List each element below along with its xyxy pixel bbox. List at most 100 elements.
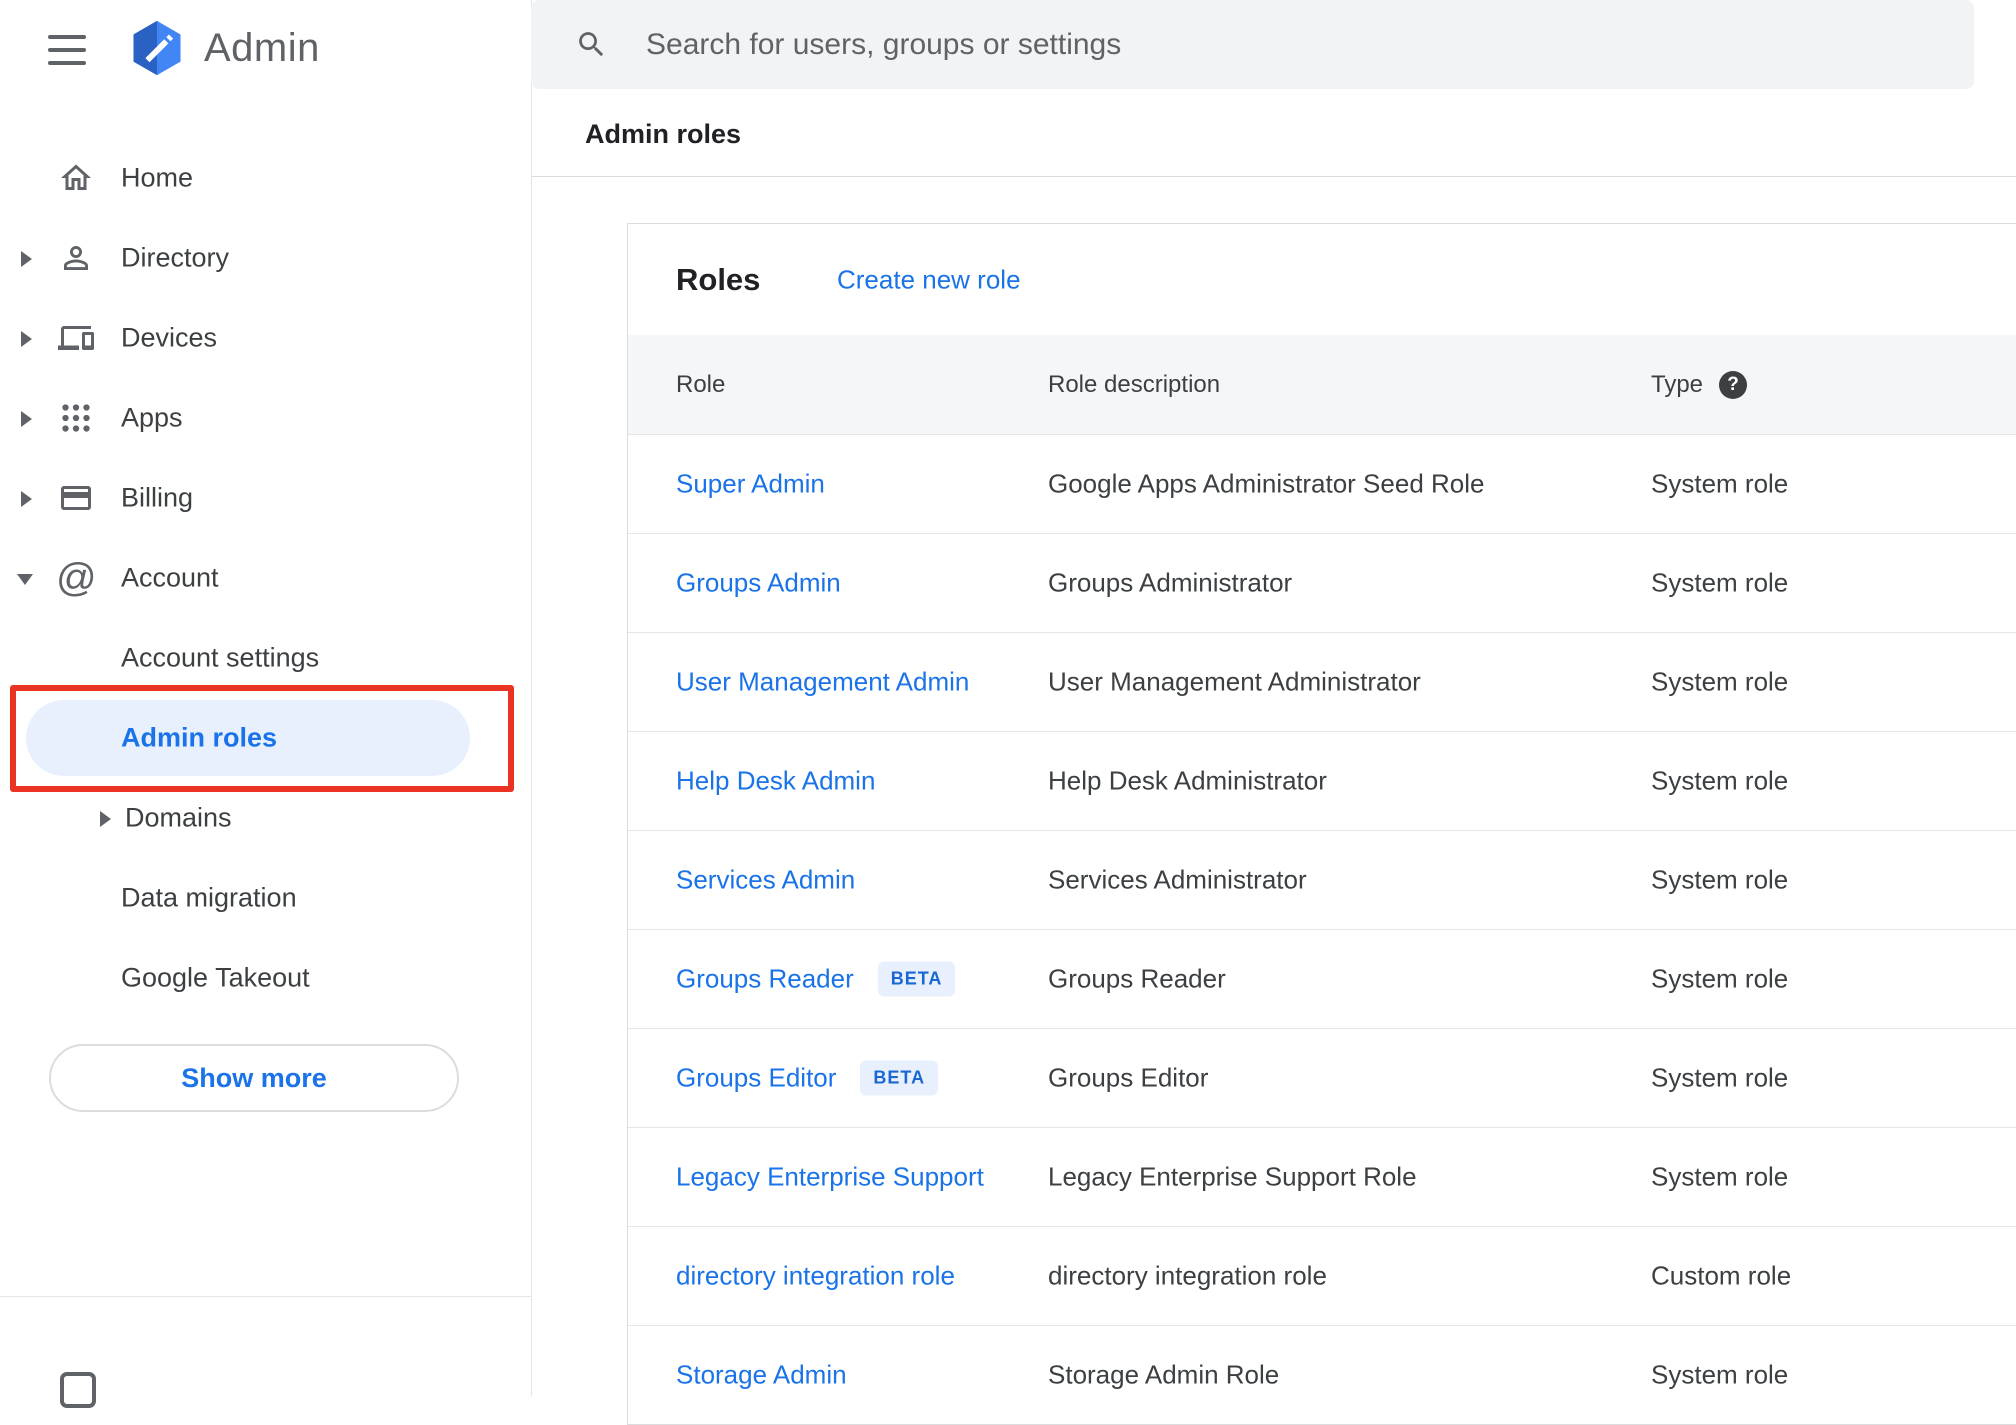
home-icon: [61, 164, 91, 190]
sidebar-item-label: Apps: [121, 402, 183, 433]
role-link[interactable]: Groups Editor: [676, 1063, 836, 1094]
sidebar-item-label: Data migration: [121, 882, 297, 913]
table-row: Groups Admin Groups Administrator System…: [628, 533, 2016, 632]
sidebar-item-apps[interactable]: Apps: [0, 378, 531, 458]
search-icon: [579, 32, 604, 57]
role-description: Groups Reader: [1048, 963, 1226, 994]
devices-icon: [58, 326, 94, 350]
help-icon[interactable]: ?: [1719, 370, 1748, 399]
role-description: Groups Editor: [1048, 1062, 1209, 1093]
sidebar-divider: [0, 1296, 531, 1297]
roles-panel: Roles Create new role Role Role descript…: [627, 223, 2016, 1425]
sidebar: Admin Home Directory Devices Apps Billin…: [0, 0, 532, 1408]
show-more-button[interactable]: Show more: [49, 1044, 459, 1112]
person-icon: [64, 246, 88, 270]
sidebar-item-devices[interactable]: Devices: [0, 298, 531, 378]
table-row: Help Desk Admin Help Desk Administrator …: [628, 731, 2016, 830]
sidebar-item-admin-roles[interactable]: Admin roles: [0, 698, 531, 778]
sidebar-item-google-takeout[interactable]: Google Takeout: [0, 938, 531, 1018]
panel-title: Roles: [676, 261, 761, 297]
app-logo[interactable]: Admin: [126, 8, 320, 88]
sidebar-item-label: Account settings: [121, 642, 320, 673]
search-bar[interactable]: [531, 0, 1974, 89]
column-header-type: Type ?: [1651, 370, 1748, 399]
column-header-role: Role: [676, 370, 726, 398]
chevron-right-icon[interactable]: [100, 811, 111, 827]
sidebar-item-label: Devices: [121, 322, 218, 353]
search-input[interactable]: [644, 26, 1928, 63]
table-row: Storage Admin Storage Admin Role System …: [628, 1325, 2016, 1424]
sidebar-item-data-migration[interactable]: Data migration: [0, 858, 531, 938]
table-row: Super Admin Google Apps Administrator Se…: [628, 434, 2016, 533]
role-link[interactable]: Storage Admin: [676, 1360, 847, 1391]
sidebar-item-label: Home: [121, 162, 194, 193]
sidebar-item-domains[interactable]: Domains: [0, 778, 531, 858]
sidebar-item-account-settings[interactable]: Account settings: [0, 618, 531, 698]
roles-panel-header: Roles Create new role: [628, 224, 2016, 335]
beta-badge: BETA: [860, 1060, 939, 1096]
table-row: directory integration role directory int…: [628, 1226, 2016, 1325]
app-title: Admin: [204, 25, 320, 70]
role-type: Custom role: [1651, 1260, 1792, 1291]
sidebar-item-label: Google Takeout: [121, 962, 310, 993]
role-description: Help Desk Administrator: [1048, 765, 1327, 796]
role-type: System role: [1651, 1161, 1789, 1192]
table-row: Services Admin Services Administrator Sy…: [628, 830, 2016, 929]
table-row: User Management Admin User Management Ad…: [628, 632, 2016, 731]
role-type: System role: [1651, 864, 1789, 895]
apps-grid-icon: [62, 404, 90, 432]
role-type: System role: [1651, 666, 1789, 697]
sidebar-item-directory[interactable]: Directory: [0, 218, 531, 298]
create-new-role-link[interactable]: Create new role: [837, 264, 1021, 295]
role-description: Google Apps Administrator Seed Role: [1048, 468, 1485, 499]
sidebar-item-label: Admin roles: [121, 722, 278, 753]
credit-card-icon: [61, 486, 91, 510]
table-row: Groups Editor BETA Groups Editor System …: [628, 1028, 2016, 1127]
role-description: Storage Admin Role: [1048, 1359, 1280, 1390]
beta-badge: BETA: [877, 961, 956, 997]
sidebar-item-home[interactable]: Home: [0, 138, 531, 218]
role-link[interactable]: directory integration role: [676, 1261, 955, 1292]
sidebar-item-label: Account: [121, 562, 219, 593]
feedback-icon[interactable]: [60, 1372, 96, 1408]
role-link[interactable]: User Management Admin: [676, 667, 969, 698]
sidebar-item-label: Billing: [121, 482, 194, 513]
role-link[interactable]: Services Admin: [676, 865, 855, 896]
role-type: System role: [1651, 765, 1789, 796]
role-description: directory integration role: [1048, 1260, 1327, 1291]
sidebar-nav: Home Directory Devices Apps Billing @ Ac…: [0, 138, 531, 1018]
role-type: System role: [1651, 1062, 1789, 1093]
show-more-label: Show more: [181, 1062, 327, 1093]
role-description: Groups Administrator: [1048, 567, 1293, 598]
role-type: System role: [1651, 1359, 1789, 1390]
chevron-right-icon[interactable]: [21, 411, 32, 427]
table-row: Groups Reader BETA Groups Reader System …: [628, 929, 2016, 1028]
role-description: Services Administrator: [1048, 864, 1307, 895]
chevron-down-icon[interactable]: [17, 574, 33, 585]
role-type: System role: [1651, 963, 1789, 994]
header-divider: [532, 176, 2016, 177]
chevron-right-icon[interactable]: [21, 251, 32, 267]
table-header: Role Role description Type ?: [628, 335, 2016, 434]
sidebar-item-label: Domains: [125, 802, 232, 833]
role-description: User Management Administrator: [1048, 666, 1421, 697]
breadcrumb: Admin roles: [585, 119, 742, 149]
admin-hexagon-icon: [133, 20, 181, 76]
role-link[interactable]: Help Desk Admin: [676, 766, 875, 797]
chevron-right-icon[interactable]: [21, 491, 32, 507]
menu-icon[interactable]: [48, 30, 92, 70]
role-link[interactable]: Groups Reader: [676, 964, 854, 995]
role-link[interactable]: Groups Admin: [676, 568, 841, 599]
sidebar-item-billing[interactable]: Billing: [0, 458, 531, 538]
role-type: System role: [1651, 468, 1789, 499]
sidebar-item-account[interactable]: @ Account: [0, 538, 531, 618]
at-icon: @: [56, 556, 97, 600]
sidebar-item-label: Directory: [121, 242, 230, 273]
column-header-description: Role description: [1048, 370, 1221, 398]
chevron-right-icon[interactable]: [21, 331, 32, 347]
role-type: System role: [1651, 567, 1789, 598]
role-link[interactable]: Legacy Enterprise Support: [676, 1162, 984, 1193]
role-link[interactable]: Super Admin: [676, 469, 825, 500]
table-row: Legacy Enterprise Support Legacy Enterpr…: [628, 1127, 2016, 1226]
role-description: Legacy Enterprise Support Role: [1048, 1161, 1417, 1192]
